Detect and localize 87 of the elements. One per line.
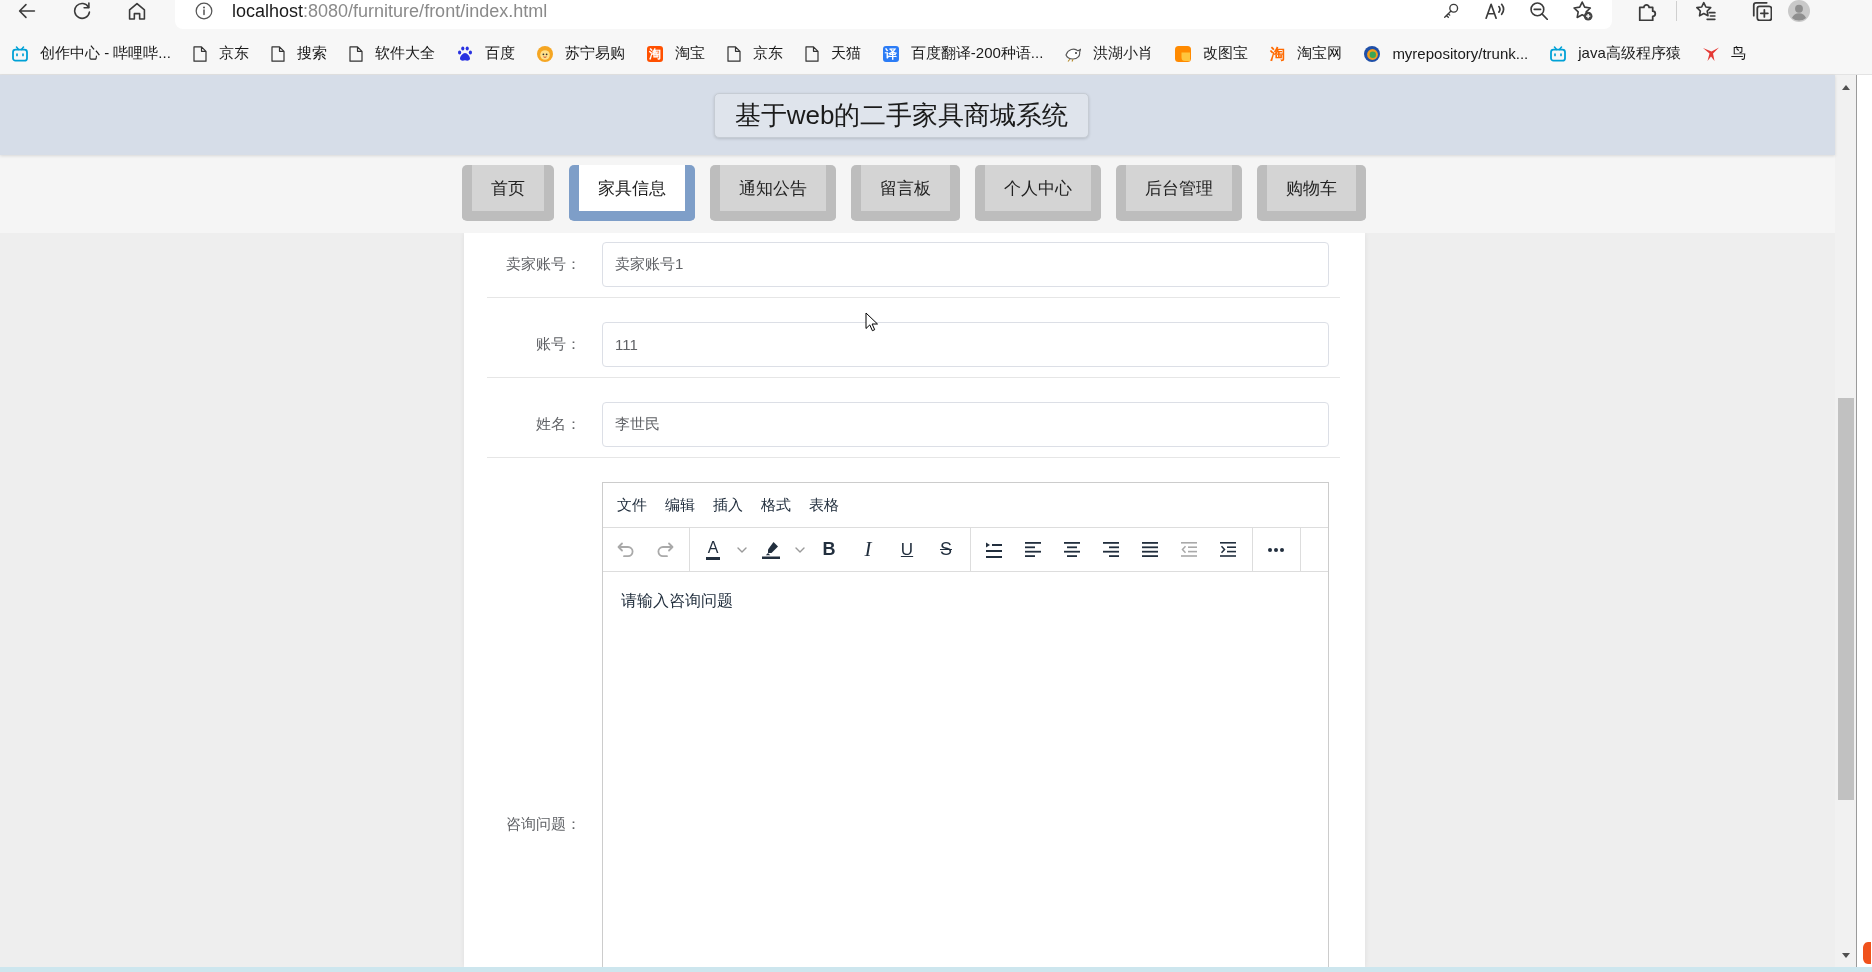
field-label: 账号： (536, 335, 581, 352)
align-justify-icon[interactable] (1142, 542, 1158, 557)
key-icon[interactable] (1442, 2, 1460, 20)
favorites-icon[interactable] (1696, 1, 1716, 21)
bookmark[interactable]: 淘 淘宝网 (1270, 44, 1343, 63)
profile-icon[interactable] (1788, 0, 1810, 22)
puzzle-icon[interactable] (1638, 1, 1658, 21)
nav-tab[interactable]: 后台管理 (1115, 165, 1242, 221)
bookmark[interactable]: 改图宝 (1175, 44, 1249, 63)
bookmark[interactable]: 洪湖小肖 (1065, 44, 1154, 63)
marker-icon[interactable] (762, 540, 780, 559)
editor-text-area[interactable]: 请输入咨询问题 (603, 572, 1328, 967)
align-left-icon[interactable] (1025, 542, 1041, 557)
menu-item[interactable]: 编辑 (656, 490, 704, 520)
line-spacing-icon[interactable] (986, 541, 1002, 558)
page-icon (270, 45, 285, 62)
bookmark[interactable]: 京东 (192, 44, 249, 63)
letter-icon: 淘 (1270, 46, 1286, 61)
site-title: 基于web的二手家具商城系统 (713, 92, 1090, 138)
indent-icon[interactable] (1220, 542, 1236, 557)
tile-icon (1175, 45, 1192, 62)
menu-item[interactable]: 格式 (752, 490, 800, 520)
bookmark[interactable]: 软件大全 (348, 44, 435, 63)
nav-tab[interactable]: 通知公告 (709, 165, 836, 221)
more-icon[interactable] (1268, 547, 1284, 552)
bookmark[interactable]: 百度 (456, 44, 515, 63)
nav-tab[interactable]: 个人中心 (974, 165, 1101, 221)
nav-tab[interactable]: 首页 (461, 165, 554, 221)
tv-icon (1550, 45, 1567, 62)
collections-icon[interactable] (1752, 1, 1772, 21)
page-icon (348, 45, 363, 62)
back-icon[interactable] (18, 2, 36, 20)
menu-item[interactable]: 文件 (608, 490, 656, 520)
bookmark[interactable]: 京东 (726, 44, 783, 63)
nav-tab[interactable]: 购物车 (1256, 165, 1366, 221)
text-field[interactable]: 卖家账号1 (602, 242, 1329, 287)
bookmark[interactable]: myrepository/trunk... (1364, 45, 1529, 62)
home-icon[interactable] (128, 2, 146, 20)
nav-tab[interactable]: 家具信息 (568, 165, 695, 221)
bold-button[interactable]: B (811, 532, 847, 567)
bookmark[interactable]: 搜索 (270, 44, 327, 63)
page-icon (192, 45, 207, 62)
field-label: 姓名： (536, 415, 581, 432)
ring-icon (1364, 45, 1381, 62)
zoom-out-icon[interactable] (1530, 2, 1548, 20)
bird-icon (1702, 45, 1719, 62)
info-icon[interactable] (195, 2, 213, 20)
read-aloud-icon[interactable] (1485, 2, 1505, 20)
page-icon (726, 45, 741, 62)
letter-tile-icon: 淘 (646, 45, 663, 62)
nav-tab[interactable]: 留言板 (850, 165, 960, 221)
address-bar[interactable]: localhost:8080/furniture/front/index.html (175, 0, 1612, 29)
bookmark[interactable]: 天猫 (804, 44, 861, 63)
scrollbar[interactable] (1835, 75, 1856, 967)
underline-button[interactable]: U (889, 532, 925, 567)
refresh-icon[interactable] (73, 2, 91, 20)
field-label: 卖家账号： (506, 255, 581, 272)
bookmark[interactable]: 苏宁易购 (536, 44, 625, 63)
field-label: 咨询问题： (506, 815, 581, 832)
menu-item[interactable]: 表格 (800, 490, 848, 520)
tv-icon (12, 45, 28, 62)
text-color-button[interactable]: A (695, 532, 731, 567)
caret-icon[interactable] (795, 546, 805, 553)
align-center-icon[interactable] (1064, 542, 1080, 557)
star-add-icon[interactable] (1573, 1, 1593, 21)
paw-icon (456, 45, 473, 62)
caret-icon[interactable] (737, 546, 747, 553)
strikethrough-button[interactable]: S (928, 532, 964, 567)
menu-item[interactable]: 插入 (704, 490, 752, 520)
url-text: localhost:8080/furniture/front/index.html (232, 0, 548, 22)
app-icon[interactable] (1863, 942, 1871, 964)
bookmark[interactable]: 创作中心 - 哔哩哔... (12, 44, 171, 63)
scroll-down-icon[interactable] (1841, 952, 1850, 958)
lion-face-icon (536, 45, 553, 62)
mouse-pointer-icon (865, 312, 879, 332)
text-field[interactable]: 111 (602, 322, 1329, 367)
italic-button[interactable]: I (850, 532, 886, 567)
text-field[interactable]: 李世民 (602, 402, 1329, 447)
letter-tile-icon: 译 (882, 45, 899, 62)
scrollbar-thumb[interactable] (1837, 398, 1854, 800)
bookmark[interactable]: 鸟 (1702, 44, 1746, 63)
scroll-up-icon[interactable] (1841, 84, 1850, 90)
page-icon (804, 45, 819, 62)
bookmark[interactable]: 译 百度翻译-200种语... (882, 44, 1044, 63)
bookmark[interactable]: java高级程序猿 (1550, 44, 1681, 63)
align-right-icon[interactable] (1103, 542, 1119, 557)
bookmark[interactable]: 淘 淘宝 (646, 44, 705, 63)
